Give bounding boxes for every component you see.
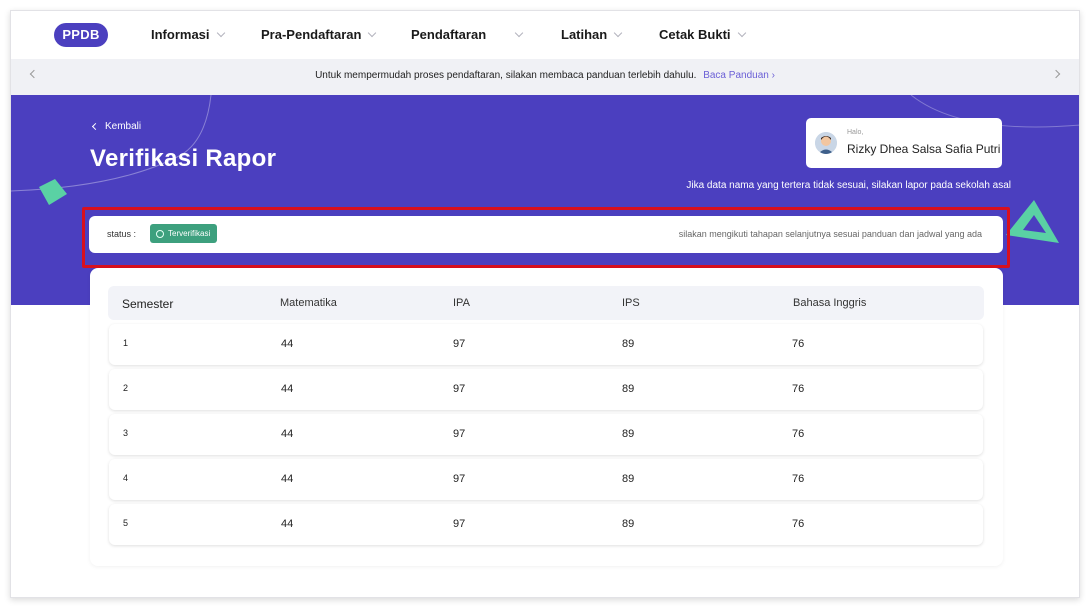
user-name: Rizky Dhea Salsa Safia Putri <box>847 142 1001 156</box>
chevron-left-icon <box>91 122 100 131</box>
baca-panduan-link[interactable]: Baca Panduan › <box>703 70 775 81</box>
table-cell: 76 <box>792 338 805 350</box>
page-title: Verifikasi Rapor <box>90 145 277 172</box>
table-cell: 89 <box>622 473 635 485</box>
table-cell: 97 <box>453 473 466 485</box>
table-cell: 97 <box>453 383 466 395</box>
status-bar: status : Terverifikasi silakan mengikuti… <box>89 216 1003 253</box>
table-cell: 2 <box>123 383 129 393</box>
table-row: 4 44 97 89 76 <box>109 459 983 500</box>
table-row: 1 44 97 89 76 <box>109 324 983 365</box>
status-label: status : <box>107 229 137 239</box>
nav-item-latihan[interactable]: Latihan <box>561 27 623 42</box>
table-cell: 97 <box>453 338 466 350</box>
chevron-down-icon <box>613 28 623 37</box>
announcement-bar: Untuk mempermudah proses pendaftaran, si… <box>11 59 1079 95</box>
nav-item-label: Pendaftaran <box>411 27 487 42</box>
chevron-down-icon <box>368 28 377 37</box>
nav-item-cetak-bukti[interactable]: Cetak Bukti <box>659 27 746 42</box>
user-avatar-icon <box>815 132 837 154</box>
table-cell: 89 <box>622 338 635 350</box>
table-cell: 44 <box>281 428 294 440</box>
nav-item-label: Informasi <box>151 27 210 42</box>
nav-item-pendaftaran[interactable]: Pendaftaran <box>411 27 524 42</box>
clock-icon <box>156 229 164 238</box>
user-card[interactable]: Halo, Rizky Dhea Salsa Safia Putri <box>806 118 1002 168</box>
nav-item-pra-pendaftaran[interactable]: Pra-Pendaftaran <box>261 27 377 42</box>
column-header-semester: Semester <box>122 297 174 311</box>
nav-item-label: Latihan <box>561 27 608 42</box>
table-header: Semester Matematika IPA IPS Bahasa Inggr… <box>108 286 984 320</box>
rapor-table: Semester Matematika IPA IPS Bahasa Inggr… <box>90 268 1003 566</box>
table-cell: 1 <box>123 338 129 348</box>
top-navbar: PPDB Informasi Pra-Pendaftaran Pendaftar… <box>11 11 1079 59</box>
table-cell: 76 <box>792 473 805 485</box>
table-cell: 5 <box>123 518 129 528</box>
back-label: Kembali <box>105 121 142 132</box>
table-cell: 89 <box>622 518 635 530</box>
announcement-message: Untuk mempermudah proses pendaftaran, si… <box>315 70 697 81</box>
announcement-text: Untuk mempermudah proses pendaftaran, si… <box>11 70 1079 81</box>
table-cell: 89 <box>622 428 635 440</box>
chevron-down-icon <box>514 28 524 37</box>
table-cell: 97 <box>453 428 466 440</box>
column-header-ips: IPS <box>622 297 640 309</box>
nav-item-label: Cetak Bukti <box>659 27 731 42</box>
nav-item-informasi[interactable]: Informasi <box>151 27 225 42</box>
avatar <box>815 132 837 154</box>
table-cell: 44 <box>281 338 294 350</box>
table-cell: 76 <box>792 518 805 530</box>
table-cell: 44 <box>281 518 294 530</box>
status-message: silakan mengikuti tahapan selanjutnya se… <box>678 229 982 239</box>
table-cell: 76 <box>792 383 805 395</box>
table-cell: 44 <box>281 473 294 485</box>
ppdb-logo[interactable]: PPDB <box>54 23 108 47</box>
column-header-matematika: Matematika <box>280 297 337 309</box>
table-cell: 44 <box>281 383 294 395</box>
column-header-ipa: IPA <box>453 297 470 309</box>
table-row: 3 44 97 89 76 <box>109 414 983 455</box>
chevron-down-icon <box>737 28 746 37</box>
app-window: PPDB Informasi Pra-Pendaftaran Pendaftar… <box>10 10 1080 598</box>
table-cell: 97 <box>453 518 466 530</box>
table-cell: 76 <box>792 428 805 440</box>
table-row: 5 44 97 89 76 <box>109 504 983 545</box>
status-badge-label: Terverifikasi <box>168 229 211 238</box>
table-cell: 4 <box>123 473 129 483</box>
table-row: 2 44 97 89 76 <box>109 369 983 410</box>
chevron-down-icon <box>216 28 225 37</box>
table-cell: 89 <box>622 383 635 395</box>
table-cell: 3 <box>123 428 129 438</box>
column-header-bahasa-inggris: Bahasa Inggris <box>793 297 867 309</box>
status-badge: Terverifikasi <box>150 224 218 243</box>
nav-item-label: Pra-Pendaftaran <box>261 27 362 42</box>
back-link[interactable]: Kembali <box>91 121 142 132</box>
greeting: Halo, <box>847 129 864 136</box>
name-mismatch-note: Jika data nama yang tertera tidak sesuai… <box>686 180 1011 191</box>
